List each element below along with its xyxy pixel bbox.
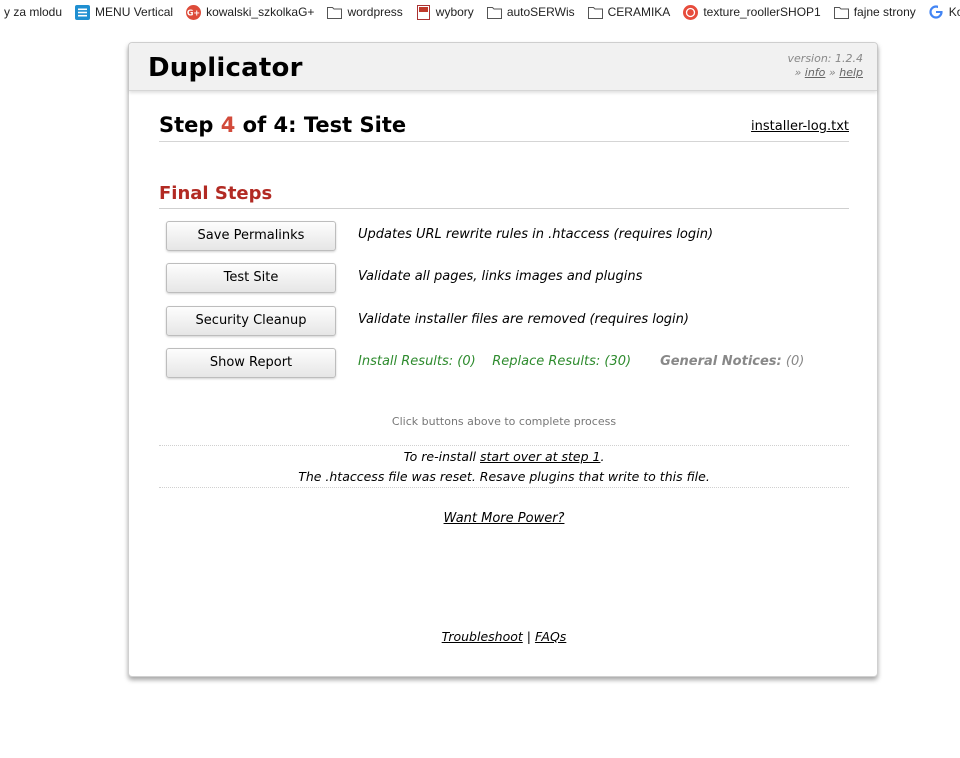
bookmark-label: fajne strony [853,5,916,19]
step-prefix: Step [159,113,221,137]
step-description: Validate installer files are removed (re… [358,312,689,327]
htaccess-note: The .htaccess file was reset. Resave plu… [298,469,710,484]
save-permalinks-button[interactable]: Save Permalinks [166,221,336,251]
report-summary: Install Results: (0) Replace Results: (3… [358,354,804,369]
bookmark-wordpress[interactable]: wordpress [327,0,403,24]
final-steps-title: Final Steps [159,183,849,209]
install-notes: To re-install start over at step 1. The … [159,445,849,488]
help-links: » info » help [788,66,863,80]
site-logo-icon [683,4,699,20]
step-title: Step 4 of 4: Test Site [159,113,406,137]
panel-header: Duplicator version: 1.2.4 » info » help [129,43,877,91]
step-suffix: of 4: Test Site [235,113,407,137]
content-area: Step 4 of 4: Test Site installer-log.txt… [159,111,849,644]
test-site-button[interactable]: Test Site [166,263,336,293]
step-item-security-cleanup: Security Cleanup Validate installer file… [166,306,846,336]
install-results[interactable]: Install Results: (0) [358,354,476,369]
more-power: Want More Power? [159,511,849,526]
faqs-link[interactable]: FAQs [535,629,566,644]
general-notices-count: (0) [785,354,805,369]
bookmark-label: texture_roollerSHOP1 [703,5,821,19]
link-separator: » [828,66,836,79]
info-link[interactable]: info [805,66,826,79]
process-hint: Click buttons above to complete process [391,415,617,428]
installer-panel: Duplicator version: 1.2.4 » info » help … [128,42,878,677]
security-cleanup-button[interactable]: Security Cleanup [166,306,336,336]
bookmark-menu-vertical[interactable]: MENU Vertical [75,0,173,24]
bookmark-kowalski[interactable]: G+ kowalski_szkolkaG+ [186,0,314,24]
folder-icon [486,5,502,20]
bookmarks-bar: y za mlodu MENU Vertical G+ kowalski_szk… [0,0,960,24]
want-more-power-link[interactable]: Want More Power? [444,511,565,526]
footer-links: Troubleshoot | FAQs [159,629,849,644]
step-description: Validate all pages, links images and plu… [358,269,643,284]
step-header: Step 4 of 4: Test Site installer-log.txt [159,111,849,142]
bookmark-y-za-mlodu[interactable]: y za mlodu [4,0,62,24]
bookmark-label: wordpress [347,5,403,19]
bookmark-label: CERAMIKA [607,5,671,19]
bookmark-konsola[interactable]: Konsola A [929,0,960,24]
version-label: version: 1.2.4 [787,52,863,65]
folder-icon [327,5,343,20]
step-description: Updates URL rewrite rules in .htaccess (… [358,227,714,242]
folder-icon [833,5,849,20]
installer-log-link[interactable]: installer-log.txt [751,119,849,134]
app-title: Duplicator [148,53,303,83]
step-item-save-permalinks: Save Permalinks Updates URL rewrite rule… [166,221,846,251]
step-item-test-site: Test Site Validate all pages, links imag… [166,263,846,293]
footer-separator: | [526,629,531,644]
reinstall-suffix: . [600,449,605,464]
step-number: 4 [220,113,236,137]
google-icon [929,5,944,20]
list-icon [75,4,91,20]
show-report-button[interactable]: Show Report [166,348,336,378]
bookmark-label: y za mlodu [4,5,63,19]
svg-text:G+: G+ [187,8,200,17]
replace-results[interactable]: Replace Results: (30) [492,354,631,369]
bookmark-autoserwis[interactable]: autoSERWis [486,0,575,24]
link-separator: » [794,66,802,79]
step-item-show-report: Show Report Install Results: (0) Replace… [166,348,846,378]
troubleshoot-link[interactable]: Troubleshoot [442,629,523,644]
reinstall-note: To re-install start over at step 1. [159,447,849,467]
bookmark-label: Konsola A [948,5,960,19]
bookmark-label: MENU Vertical [95,5,174,19]
version-info: version: 1.2.4 » info » help [788,52,863,80]
folder-icon [587,5,603,20]
bookmark-ceramika[interactable]: CERAMIKA [587,0,671,24]
start-over-link[interactable]: start over at step 1 [480,449,600,464]
bookmark-label: wybory [435,5,474,19]
general-notices-label[interactable]: General Notices: [660,354,782,369]
bookmark-texture-rooller[interactable]: texture_roollerSHOP1 [683,0,821,24]
help-link[interactable]: help [839,66,863,79]
reinstall-prefix: To re-install [403,449,481,464]
bookmark-fajne-strony[interactable]: fajne strony [833,0,916,24]
document-icon [416,4,431,20]
bookmark-label: autoSERWis [506,5,575,19]
bookmark-wybory[interactable]: wybory [416,0,474,24]
bookmark-label: kowalski_szkolkaG+ [206,5,315,19]
google-plus-icon: G+ [186,4,202,20]
